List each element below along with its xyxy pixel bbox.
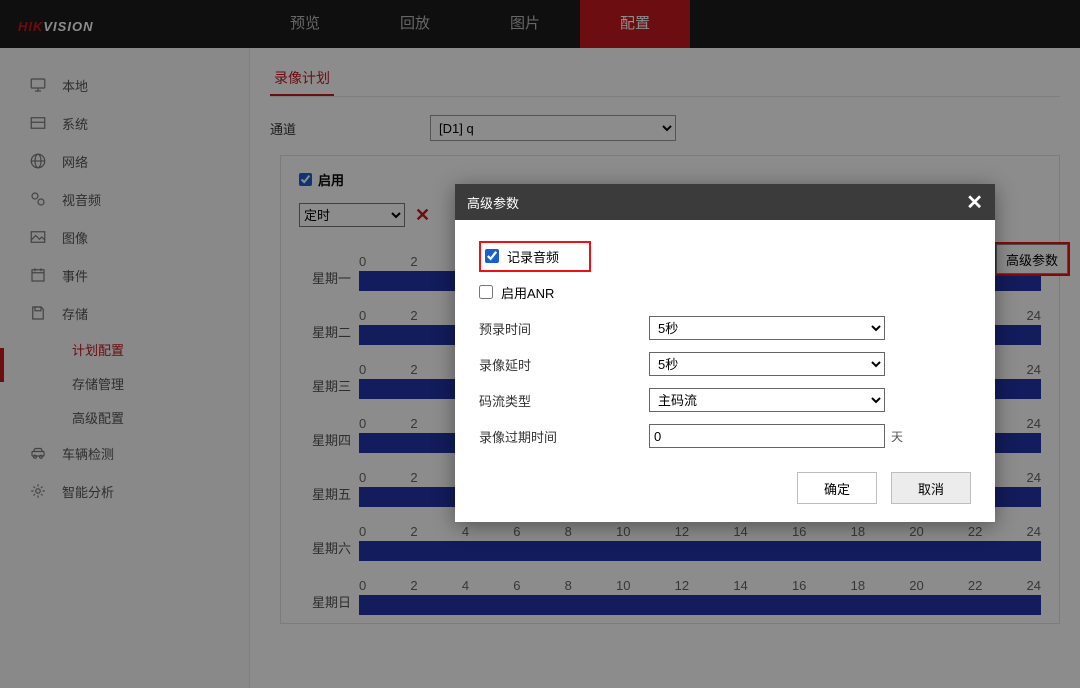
postrecord-select[interactable]: 5秒 xyxy=(649,352,885,376)
ok-button[interactable]: 确定 xyxy=(797,472,877,504)
record-audio-checkbox[interactable] xyxy=(485,249,499,263)
enable-anr-checkbox[interactable] xyxy=(479,285,493,299)
record-audio-highlight: 记录音频 xyxy=(479,241,591,272)
prerecord-select[interactable]: 5秒 xyxy=(649,316,885,340)
close-icon[interactable]: ✕ xyxy=(966,190,983,215)
expire-unit: 天 xyxy=(891,428,903,445)
enable-anr-label: 启用ANR xyxy=(501,283,554,302)
modal-header: 高级参数 ✕ xyxy=(455,184,995,220)
stream-type-label: 码流类型 xyxy=(479,391,649,410)
stream-type-select[interactable]: 主码流 xyxy=(649,388,885,412)
record-audio-check[interactable]: 记录音频 xyxy=(485,247,559,266)
postrecord-label: 录像延时 xyxy=(479,355,649,374)
enable-anr-check[interactable]: 启用ANR xyxy=(479,283,554,302)
record-audio-label: 记录音频 xyxy=(507,247,559,266)
advanced-params-modal: 高级参数 ✕ 记录音频 启用ANR 预录时间 5秒 录像延时 5秒 xyxy=(455,184,995,522)
cancel-button[interactable]: 取消 xyxy=(891,472,971,504)
expire-input[interactable] xyxy=(649,424,885,448)
expire-label: 录像过期时间 xyxy=(479,427,649,446)
modal-footer: 确定 取消 xyxy=(455,462,995,522)
modal-title: 高级参数 xyxy=(467,193,519,212)
prerecord-label: 预录时间 xyxy=(479,319,649,338)
modal-body: 记录音频 启用ANR 预录时间 5秒 录像延时 5秒 码流类型 主码流 录像过期… xyxy=(455,220,995,462)
